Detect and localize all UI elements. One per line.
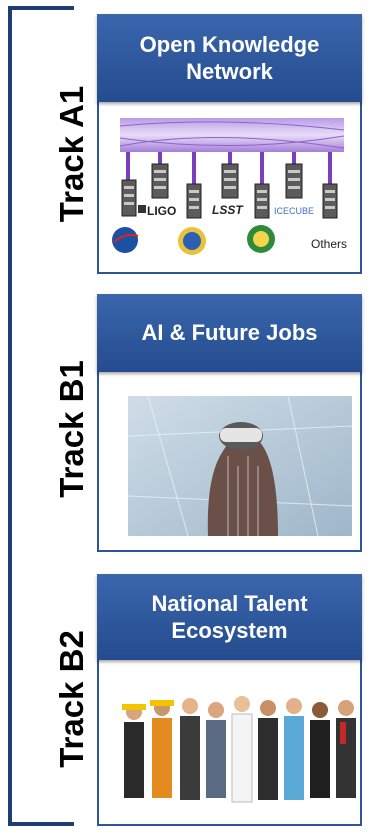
icecube-logo-text: ICECUBE — [274, 206, 315, 216]
workforce-group-photo — [122, 696, 356, 803]
track-b2-label: Track B2 — [53, 630, 90, 768]
ligo-logo-mark — [138, 205, 146, 213]
ai-future-jobs-title: AI & Future Jobs — [141, 320, 318, 346]
track-a1-label: Track A1 — [53, 85, 90, 223]
open-knowledge-network-header: Open Knowledge Network — [97, 14, 362, 102]
track-b1-label: Track B1 — [53, 360, 90, 498]
server-icon — [121, 179, 137, 217]
ligo-logo-text: LIGO — [147, 204, 177, 218]
national-talent-ecosystem-header: National Talent Ecosystem — [97, 574, 362, 660]
national-talent-ecosystem-title: National Talent Ecosystem — [151, 590, 308, 644]
vr-headset-photo — [128, 396, 352, 536]
workers-group — [122, 696, 356, 803]
lsst-logo-text: LSST — [212, 203, 243, 217]
others-label: Others — [311, 237, 348, 251]
ai-future-jobs-header: AI & Future Jobs — [97, 294, 362, 372]
open-knowledge-network-title: Open Knowledge Network — [139, 31, 320, 85]
